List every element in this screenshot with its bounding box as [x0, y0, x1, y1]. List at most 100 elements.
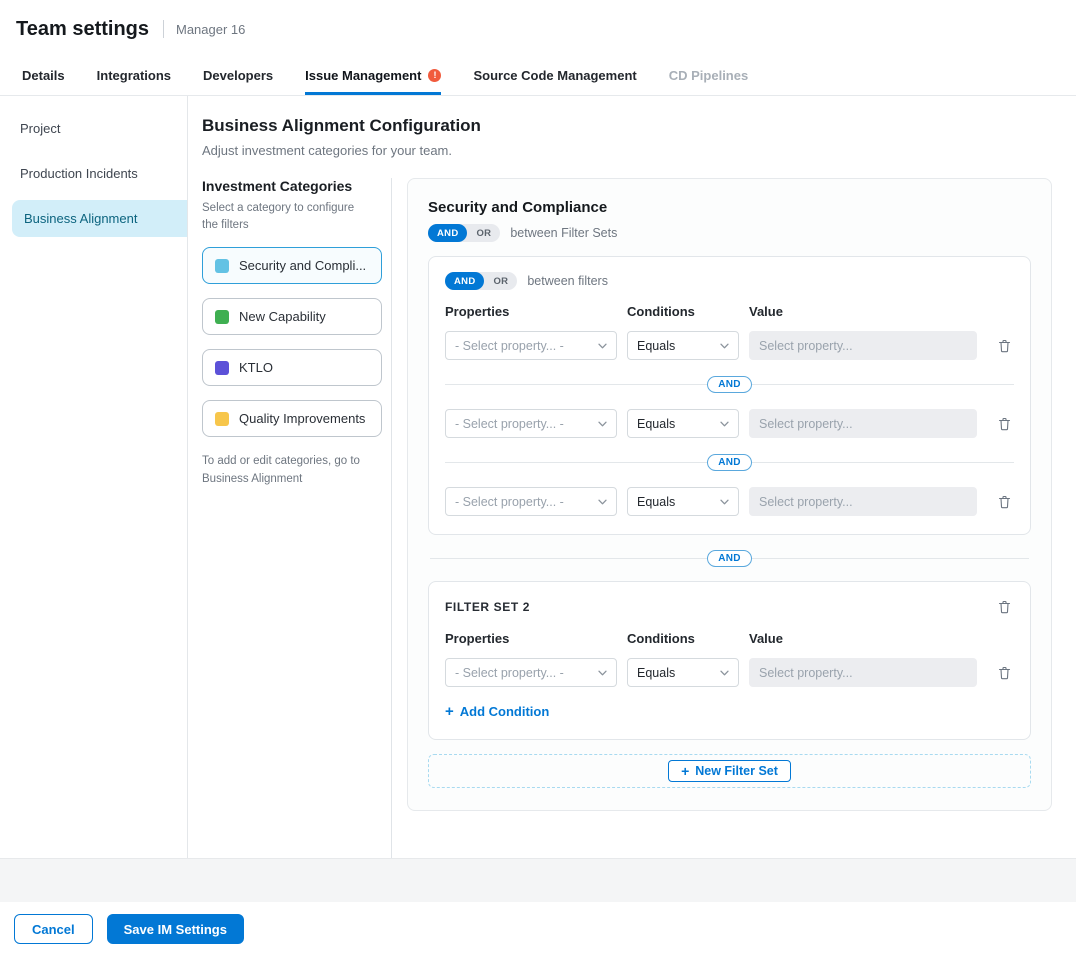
settings-tabbar: Details Integrations Developers Issue Ma… [0, 58, 1076, 96]
and-pill: AND [707, 454, 752, 471]
condition-select[interactable]: Equals [627, 487, 739, 516]
team-settings-page: Team settings Manager 16 Details Integra… [0, 0, 1076, 956]
categories-hint: Select a category to configure the filte… [202, 200, 370, 233]
category-quality-improvements[interactable]: Quality Improvements [202, 400, 382, 437]
conditions-header: Conditions [627, 304, 739, 319]
condition-select[interactable]: Equals [627, 409, 739, 438]
page-title: Team settings [16, 18, 149, 41]
value-input[interactable] [749, 331, 977, 360]
plus-icon: + [445, 704, 454, 719]
category-color-swatch [215, 310, 229, 324]
category-color-swatch [215, 412, 229, 426]
section-title: Business Alignment Configuration [202, 116, 1052, 136]
filter-sets-operator-row: AND OR between Filter Sets [428, 224, 1031, 242]
or-option[interactable]: OR [467, 224, 500, 242]
trash-icon [998, 666, 1011, 680]
connector-line [752, 558, 1029, 559]
action-footer: Cancel Save IM Settings [0, 902, 1076, 956]
filter-row: - Select property... - Equals [445, 409, 1014, 438]
category-color-swatch [215, 361, 229, 375]
and-option[interactable]: AND [445, 272, 484, 290]
category-config-card: Security and Compliance AND OR between F… [407, 178, 1052, 811]
delete-condition-button[interactable] [995, 492, 1014, 512]
connector-line [445, 384, 707, 385]
between-filters-label: between filters [527, 274, 608, 288]
filter-row: - Select property... - Equals [445, 331, 1014, 360]
and-connector: AND [445, 376, 1014, 393]
filter-row: - Select property... - Equals [445, 658, 1014, 687]
property-select[interactable]: - Select property... - [445, 409, 617, 438]
sidebar-item-production-incidents[interactable]: Production Incidents [0, 155, 187, 192]
category-new-capability[interactable]: New Capability [202, 298, 382, 335]
and-pill: AND [707, 550, 752, 567]
sidebar-item-business-alignment[interactable]: Business Alignment [12, 200, 187, 237]
connector-line [445, 462, 707, 463]
tab-source-code-management[interactable]: Source Code Management [473, 58, 636, 95]
category-ktlo[interactable]: KTLO [202, 349, 382, 386]
properties-header: Properties [445, 304, 617, 319]
tab-integrations[interactable]: Integrations [97, 58, 171, 95]
chevron-down-icon [720, 670, 729, 676]
chevron-down-icon [598, 670, 607, 676]
delete-filter-set-button[interactable] [995, 597, 1014, 617]
filter-set-2-header: FILTER SET 2 [445, 597, 1014, 617]
filters-operator-row: AND OR between filters [445, 272, 1014, 290]
delete-condition-button[interactable] [995, 414, 1014, 434]
properties-header: Properties [445, 631, 617, 646]
new-filter-set-dropzone: + New Filter Set [428, 754, 1031, 788]
secondary-sidebar: Project Production Incidents Business Al… [0, 96, 188, 858]
value-input[interactable] [749, 658, 977, 687]
property-select[interactable]: - Select property... - [445, 658, 617, 687]
categories-title: Investment Categories [202, 178, 382, 194]
trash-icon [998, 600, 1011, 614]
filter-set-1-card: AND OR between filters Properties Condit… [428, 256, 1031, 535]
sidebar-item-project[interactable]: Project [0, 110, 187, 147]
bottom-spacer [0, 858, 1076, 902]
and-pill: AND [707, 376, 752, 393]
connector-line [752, 384, 1014, 385]
filter-set-2-title: FILTER SET 2 [445, 600, 530, 614]
or-option[interactable]: OR [484, 272, 517, 290]
conditions-header: Conditions [627, 631, 739, 646]
cancel-button[interactable]: Cancel [14, 914, 93, 944]
and-or-toggle: AND OR [428, 224, 500, 242]
tab-details[interactable]: Details [22, 58, 65, 95]
filter-set-2-card: FILTER SET 2 Properties Conditions Value [428, 581, 1031, 740]
section-subtitle: Adjust investment categories for your te… [202, 143, 1052, 158]
property-select[interactable]: - Select property... - [445, 331, 617, 360]
delete-condition-button[interactable] [995, 663, 1014, 683]
team-name-label: Manager 16 [176, 22, 245, 37]
main-content: Business Alignment Configuration Adjust … [188, 96, 1076, 858]
tab-developers[interactable]: Developers [203, 58, 273, 95]
chevron-down-icon [720, 343, 729, 349]
category-security-and-compliance[interactable]: Security and Compli... [202, 247, 382, 284]
chevron-down-icon [720, 421, 729, 427]
value-input[interactable] [749, 409, 977, 438]
plus-icon: + [681, 764, 689, 778]
delete-condition-button[interactable] [995, 336, 1014, 356]
value-input[interactable] [749, 487, 977, 516]
chevron-down-icon [720, 499, 729, 505]
warning-icon: ! [428, 69, 441, 82]
add-condition-button[interactable]: + Add Condition [445, 704, 549, 719]
and-connector-between-sets: AND [430, 550, 1029, 567]
condition-select[interactable]: Equals [627, 331, 739, 360]
column-headers: Properties Conditions Value [445, 304, 1014, 319]
investment-categories-panel: Investment Categories Select a category … [202, 178, 382, 858]
value-header: Value [749, 631, 977, 646]
and-connector: AND [445, 454, 1014, 471]
and-option[interactable]: AND [428, 224, 467, 242]
tab-issue-management[interactable]: Issue Management ! [305, 58, 441, 95]
property-select[interactable]: - Select property... - [445, 487, 617, 516]
connector-line [752, 462, 1014, 463]
value-header: Value [749, 304, 977, 319]
and-or-toggle: AND OR [445, 272, 517, 290]
condition-select[interactable]: Equals [627, 658, 739, 687]
trash-icon [998, 417, 1011, 431]
connector-line [430, 558, 707, 559]
new-filter-set-button[interactable]: + New Filter Set [668, 760, 791, 782]
selected-category-title: Security and Compliance [428, 199, 1031, 216]
trash-icon [998, 339, 1011, 353]
save-im-settings-button[interactable]: Save IM Settings [107, 914, 244, 944]
chevron-down-icon [598, 499, 607, 505]
